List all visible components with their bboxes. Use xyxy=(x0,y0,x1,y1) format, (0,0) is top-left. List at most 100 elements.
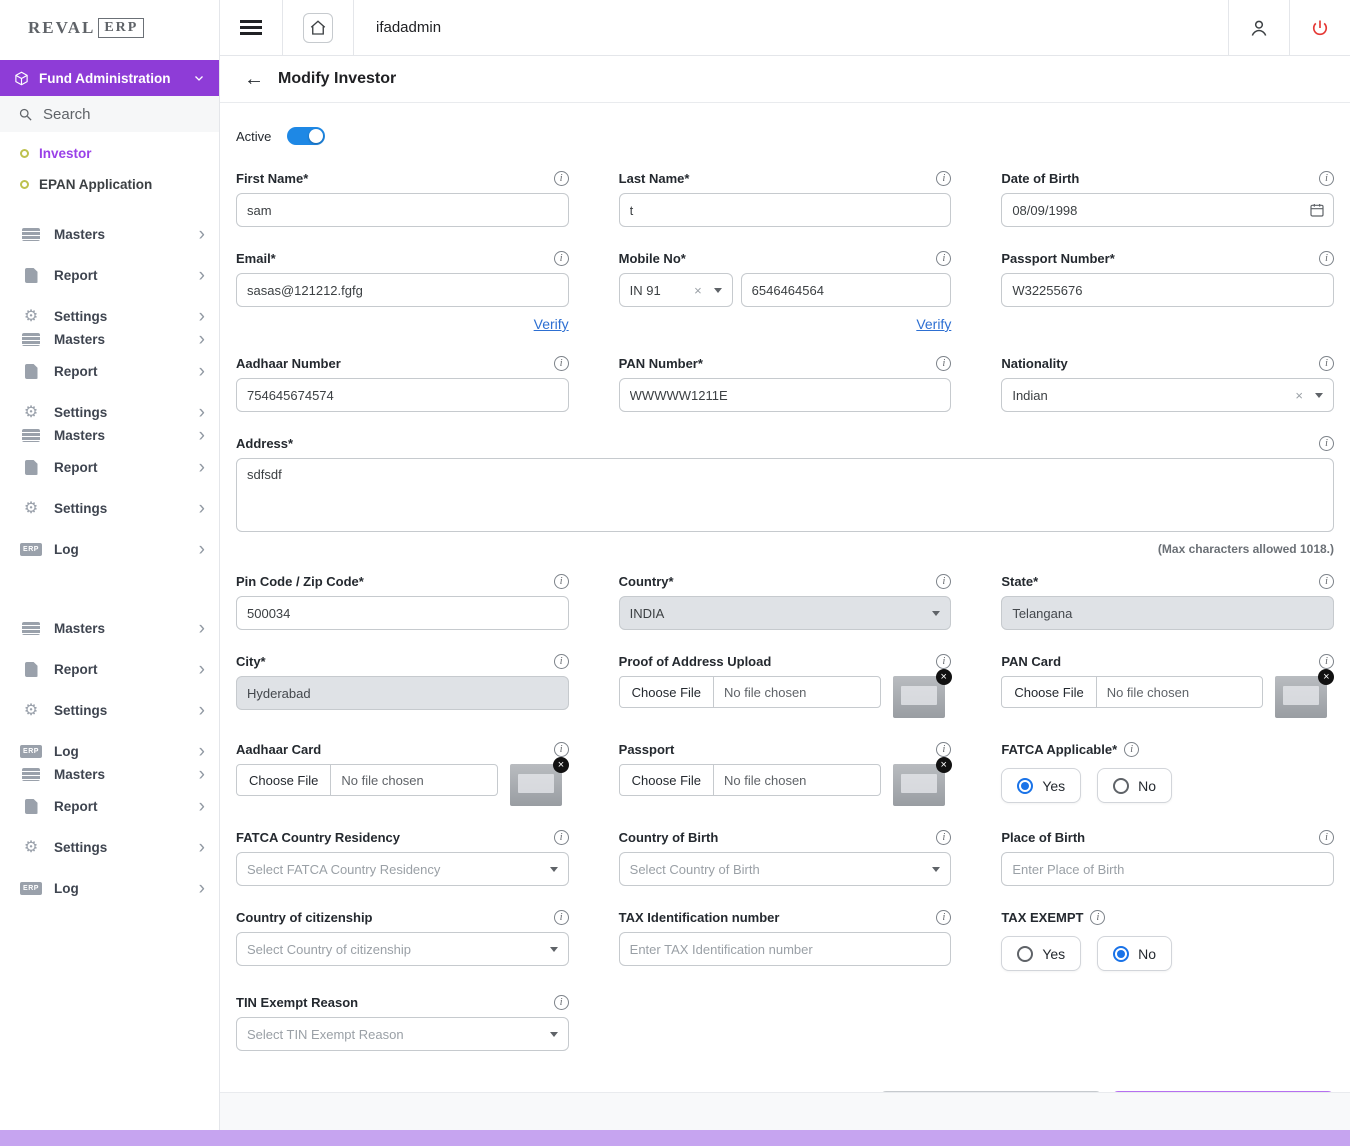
search-input[interactable] xyxy=(43,106,183,123)
active-toggle[interactable] xyxy=(287,127,325,145)
info-icon[interactable]: i xyxy=(1319,356,1334,371)
passport-number-input[interactable] xyxy=(1001,273,1334,307)
info-icon[interactable]: i xyxy=(936,910,951,925)
sidebar-item-masters[interactable]: Masters› xyxy=(0,423,219,447)
info-icon[interactable]: i xyxy=(554,830,569,845)
info-icon[interactable]: i xyxy=(1319,251,1334,266)
sidebar-item-epan-application[interactable]: EPAN Application xyxy=(0,169,219,200)
proof-of-address-file-input[interactable]: Choose File No file chosen xyxy=(619,676,881,708)
pincode-input[interactable] xyxy=(236,596,569,630)
info-icon[interactable]: i xyxy=(1124,742,1139,757)
choose-file-button[interactable]: Choose File xyxy=(620,765,714,795)
sidebar-item-report[interactable]: Report› xyxy=(0,255,219,296)
sidebar-item-report[interactable]: Report› xyxy=(0,351,219,392)
info-icon[interactable]: i xyxy=(936,654,951,669)
info-icon[interactable]: i xyxy=(1319,654,1334,669)
fund-administration-header[interactable]: Fund Administration xyxy=(0,60,219,96)
menu-toggle-button[interactable] xyxy=(220,0,283,55)
info-icon[interactable]: i xyxy=(1319,574,1334,589)
mobile-input[interactable] xyxy=(741,273,952,307)
dob-input[interactable] xyxy=(1001,193,1334,227)
info-icon[interactable]: i xyxy=(1090,910,1105,925)
sidebar-item-settings[interactable]: Settings› xyxy=(0,488,219,529)
tin-exempt-reason-select[interactable]: Select TIN Exempt Reason xyxy=(236,1017,569,1051)
info-icon[interactable]: i xyxy=(936,830,951,845)
calendar-icon[interactable] xyxy=(1309,202,1325,218)
home-button[interactable] xyxy=(283,0,354,55)
country-code-select[interactable]: IN 91 × xyxy=(619,273,733,307)
sidebar-item-log[interactable]: Log› xyxy=(0,868,219,909)
sidebar-search[interactable] xyxy=(0,96,219,132)
remove-file-icon[interactable]: × xyxy=(936,669,952,685)
clear-icon[interactable]: × xyxy=(694,283,702,298)
citizenship-select[interactable]: Select Country of citizenship xyxy=(236,932,569,966)
info-icon[interactable]: i xyxy=(1319,171,1334,186)
last-name-input[interactable] xyxy=(619,193,952,227)
sidebar-item-report[interactable]: Report› xyxy=(0,786,219,827)
info-icon[interactable]: i xyxy=(554,171,569,186)
sidebar-item-settings[interactable]: Settings› xyxy=(0,690,219,731)
choose-file-button[interactable]: Choose File xyxy=(1002,677,1096,707)
sidebar-item-masters[interactable]: Masters› xyxy=(0,608,219,649)
info-icon[interactable]: i xyxy=(936,251,951,266)
choose-file-button[interactable]: Choose File xyxy=(237,765,331,795)
sidebar-item-masters[interactable]: Masters› xyxy=(0,762,219,786)
info-icon[interactable]: i xyxy=(936,742,951,757)
aadhaar-card-file-input[interactable]: Choose File No file chosen xyxy=(236,764,498,796)
hamburger-icon xyxy=(240,20,262,35)
sidebar-item-log[interactable]: Log› xyxy=(0,529,219,570)
fatca-country-select[interactable]: Select FATCA Country Residency xyxy=(236,852,569,886)
address-textarea[interactable]: sdfsdf xyxy=(236,458,1334,532)
info-icon[interactable]: i xyxy=(554,654,569,669)
back-button[interactable]: ← xyxy=(244,68,264,91)
remove-file-icon[interactable]: × xyxy=(936,757,952,773)
nationality-select[interactable]: Indian × xyxy=(1001,378,1334,412)
info-icon[interactable]: i xyxy=(554,910,569,925)
verify-email-link[interactable]: Verify xyxy=(534,316,569,332)
passport-file-input[interactable]: Choose File No file chosen xyxy=(619,764,881,796)
logout-button[interactable] xyxy=(1289,0,1350,55)
first-name-input[interactable] xyxy=(236,193,569,227)
info-icon[interactable]: i xyxy=(554,251,569,266)
passport-thumbnail[interactable]: × xyxy=(893,764,945,806)
info-icon[interactable]: i xyxy=(936,171,951,186)
info-icon[interactable]: i xyxy=(936,356,951,371)
app-logo[interactable]: Reval Erp xyxy=(0,0,219,56)
info-icon[interactable]: i xyxy=(554,574,569,589)
sidebar-item-masters[interactable]: Masters› xyxy=(0,327,219,351)
sidebar-item-settings[interactable]: Settings› xyxy=(0,827,219,868)
sidebar-item-masters[interactable]: Masters› xyxy=(0,214,219,255)
profile-button[interactable] xyxy=(1228,0,1289,55)
aadhaar-number-input[interactable] xyxy=(236,378,569,412)
clear-icon[interactable]: × xyxy=(1295,388,1303,403)
verify-mobile-link[interactable]: Verify xyxy=(916,316,951,332)
country-of-birth-select[interactable]: Select Country of Birth xyxy=(619,852,952,886)
info-icon[interactable]: i xyxy=(554,995,569,1010)
sidebar-item-report[interactable]: Report› xyxy=(0,649,219,690)
info-icon[interactable]: i xyxy=(936,574,951,589)
info-icon[interactable]: i xyxy=(554,356,569,371)
tax-exempt-no-option[interactable]: No xyxy=(1097,936,1172,971)
pan-card-file-input[interactable]: Choose File No file chosen xyxy=(1001,676,1263,708)
fatca-no-option[interactable]: No xyxy=(1097,768,1172,803)
tin-input[interactable] xyxy=(619,932,952,966)
tax-exempt-yes-option[interactable]: Yes xyxy=(1001,936,1081,971)
fatca-yes-option[interactable]: Yes xyxy=(1001,768,1081,803)
info-icon[interactable]: i xyxy=(1319,436,1334,451)
form-row: First Name*i Last Name*i Date of Birthi xyxy=(236,171,1334,227)
pan-card-thumbnail[interactable]: × xyxy=(1275,676,1327,718)
info-icon[interactable]: i xyxy=(554,742,569,757)
choose-file-button[interactable]: Choose File xyxy=(620,677,714,707)
remove-file-icon[interactable]: × xyxy=(1318,669,1334,685)
aadhaar-card-thumbnail[interactable]: × xyxy=(510,764,562,806)
pan-number-input[interactable] xyxy=(619,378,952,412)
menu-label: Report xyxy=(54,268,187,283)
sidebar-item-investor[interactable]: Investor xyxy=(0,138,219,169)
option-label: No xyxy=(1138,946,1156,962)
info-icon[interactable]: i xyxy=(1319,830,1334,845)
sidebar-item-report[interactable]: Report› xyxy=(0,447,219,488)
email-input[interactable] xyxy=(236,273,569,307)
proof-of-address-thumbnail[interactable]: × xyxy=(893,676,945,718)
place-of-birth-input[interactable] xyxy=(1001,852,1334,886)
remove-file-icon[interactable]: × xyxy=(553,757,569,773)
